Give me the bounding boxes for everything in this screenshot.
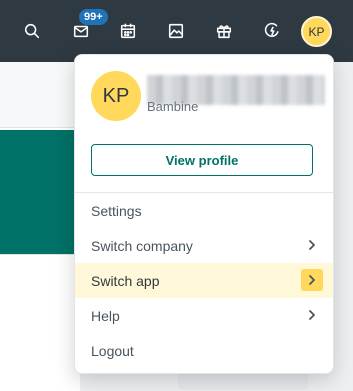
calendar-icon[interactable]: [117, 20, 139, 42]
menu-item-switch-company[interactable]: Switch company: [75, 228, 333, 263]
background-teal-banner: [0, 130, 80, 254]
chevron-right-icon: [301, 269, 323, 291]
chevron-right-icon: [301, 234, 323, 256]
rocket-icon[interactable]: [261, 20, 283, 42]
chevron-right-icon: [301, 304, 323, 326]
menu-item-label: Settings: [91, 202, 142, 219]
background-divider: [0, 254, 80, 255]
view-profile-button[interactable]: View profile: [91, 144, 313, 176]
gift-icon[interactable]: [213, 20, 235, 42]
user-avatar-button[interactable]: KP: [301, 16, 332, 47]
menu-item-settings[interactable]: Settings: [75, 193, 333, 228]
menu-item-label: Logout: [91, 342, 134, 359]
avatar: KP: [91, 71, 141, 121]
menu-item-label: Switch company: [91, 237, 193, 254]
company-name: Bambine: [147, 99, 199, 114]
profile-dropdown-menu: KP Bambine View profile Settings Switch …: [74, 54, 334, 374]
menu-item-switch-app[interactable]: Switch app: [75, 263, 333, 298]
top-navigation-bar: 99+ KP: [0, 0, 353, 62]
image-icon[interactable]: [165, 20, 187, 42]
menu-item-logout[interactable]: Logout: [75, 333, 333, 368]
menu-item-help[interactable]: Help: [75, 298, 333, 333]
search-icon[interactable]: [21, 20, 43, 42]
menu-item-label: Switch app: [91, 272, 160, 289]
notification-badge: 99+: [79, 9, 108, 25]
background-header-strip: [0, 62, 80, 128]
menu-item-label: Help: [91, 307, 120, 324]
